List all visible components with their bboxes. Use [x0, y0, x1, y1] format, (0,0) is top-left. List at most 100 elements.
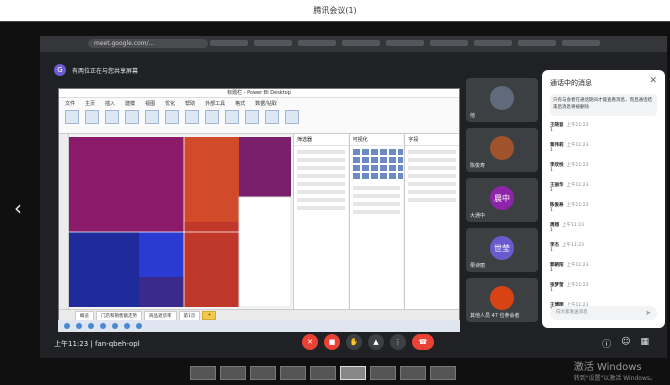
ribbon-button-icon[interactable] [65, 110, 79, 124]
participant-tile[interactable]: 陈俊寿 [466, 128, 538, 172]
field-item[interactable] [408, 190, 457, 194]
hand-icon[interactable]: ✋ [346, 334, 362, 350]
bookmark[interactable] [562, 40, 600, 46]
bookmark[interactable] [386, 40, 424, 46]
window-thumbnail[interactable] [340, 366, 366, 380]
ribbon-tab[interactable]: 文件 [65, 100, 75, 107]
visual-type-icon[interactable] [352, 149, 360, 155]
ribbon-button-icon[interactable] [225, 110, 239, 124]
visual-type-icon[interactable] [352, 165, 360, 171]
participant-tile[interactable]: 其他人员 47 位参会者 [466, 278, 538, 322]
visual-type-icon[interactable] [379, 165, 387, 171]
page-tab[interactable]: 第1页 [178, 310, 201, 321]
window-thumbnail[interactable] [220, 366, 246, 380]
visual-type-icon[interactable] [388, 157, 396, 163]
address-bar[interactable]: meet.google.com/... [88, 39, 208, 48]
ribbon-button-icon[interactable] [285, 110, 299, 124]
field-item[interactable] [408, 174, 457, 178]
ribbon-button-icon[interactable] [245, 110, 259, 124]
participant-tile[interactable]: 世莹 栗诗丽 [466, 228, 538, 272]
chevron-left-icon[interactable]: ‹ [14, 196, 22, 220]
visual-type-icon[interactable] [379, 173, 387, 179]
add-page-button[interactable]: + [202, 311, 217, 320]
page-tab[interactable]: 门店和销售额走势 [96, 310, 142, 321]
field-item[interactable] [408, 150, 457, 154]
field-item[interactable] [408, 198, 457, 202]
visual-type-icon[interactable] [388, 173, 396, 179]
window-thumbnail[interactable] [250, 366, 276, 380]
ribbon-button-icon[interactable] [145, 110, 159, 124]
page-tab[interactable]: 商品退货率 [144, 310, 177, 321]
visual-type-icon[interactable] [361, 157, 369, 163]
ribbon-tab[interactable]: 数据/钻取 [255, 100, 277, 107]
bookmark[interactable] [254, 40, 292, 46]
ribbon-button-icon[interactable] [165, 110, 179, 124]
window-thumbnail[interactable] [280, 366, 306, 380]
filter-item[interactable] [297, 182, 345, 186]
close-icon[interactable]: ✕ [649, 76, 657, 86]
visual-type-icon[interactable] [370, 165, 378, 171]
bookmark[interactable] [430, 40, 468, 46]
field-well[interactable] [352, 186, 401, 190]
page-tab[interactable]: 概览 [75, 310, 94, 321]
ribbon-button-icon[interactable] [205, 110, 219, 124]
bookmark[interactable] [474, 40, 512, 46]
present-icon[interactable]: ▲ [368, 334, 384, 350]
visual-type-icon[interactable] [388, 149, 396, 155]
filter-item[interactable] [297, 174, 345, 178]
treemap-visual[interactable] [69, 137, 291, 307]
filter-item[interactable] [297, 198, 345, 202]
window-thumbnail[interactable] [370, 366, 396, 380]
filter-item[interactable] [297, 150, 345, 154]
ribbon-tab[interactable]: 优化 [165, 100, 175, 107]
field-item[interactable] [408, 182, 457, 186]
visual-type-icon[interactable] [352, 173, 360, 179]
ribbon-tab[interactable]: 主页 [85, 100, 95, 107]
visual-type-icon[interactable] [370, 157, 378, 163]
visual-type-icon[interactable] [352, 157, 360, 163]
camera-off-icon[interactable]: ■ [324, 334, 340, 350]
visual-type-icon[interactable] [361, 149, 369, 155]
chat-input[interactable]: 向大家发送消息 ➤ [550, 306, 657, 320]
participant-tile[interactable]: 晨中 大通中 [466, 178, 538, 222]
window-thumbnail[interactable] [310, 366, 336, 380]
more-icon[interactable]: ⋮ [390, 334, 406, 350]
mic-off-icon[interactable]: ✕ [302, 334, 318, 350]
ribbon-button-icon[interactable] [125, 110, 139, 124]
ribbon-tab[interactable]: 外部工具 [205, 100, 225, 107]
ribbon-tab[interactable]: 建模 [125, 100, 135, 107]
window-thumbnail[interactable] [400, 366, 426, 380]
visual-type-icon[interactable] [379, 149, 387, 155]
people-icon[interactable]: ☺ [621, 337, 630, 350]
visual-type-icon[interactable] [397, 149, 404, 155]
field-well[interactable] [352, 202, 401, 206]
visual-type-icon[interactable] [397, 157, 404, 163]
ribbon-button-icon[interactable] [105, 110, 119, 124]
field-well[interactable] [352, 194, 401, 198]
ribbon-tab[interactable]: 插入 [105, 100, 115, 107]
bookmark[interactable] [342, 40, 380, 46]
visual-type-icon[interactable] [370, 173, 378, 179]
field-item[interactable] [408, 158, 457, 162]
ribbon-tab[interactable]: 视图 [145, 100, 155, 107]
field-item[interactable] [408, 166, 457, 170]
bookmark[interactable] [210, 40, 248, 46]
participant-tile[interactable]: 他 [466, 78, 538, 122]
window-thumbnail[interactable] [430, 366, 456, 380]
visual-type-icon[interactable] [361, 173, 369, 179]
ribbon-button-icon[interactable] [85, 110, 99, 124]
ribbon-tab[interactable]: 格式 [235, 100, 245, 107]
info-icon[interactable]: ⓘ [602, 337, 611, 350]
visual-type-icon[interactable] [397, 165, 404, 171]
window-thumbnail[interactable] [190, 366, 216, 380]
filter-item[interactable] [297, 190, 345, 194]
visual-type-icon[interactable] [397, 173, 404, 179]
visual-type-icon[interactable] [370, 149, 378, 155]
bookmark[interactable] [298, 40, 336, 46]
visual-type-icon[interactable] [388, 165, 396, 171]
activities-icon[interactable]: ▦ [640, 337, 649, 350]
visual-type-icon[interactable] [361, 165, 369, 171]
field-well[interactable] [352, 210, 401, 214]
ribbon-button-icon[interactable] [265, 110, 279, 124]
bookmark[interactable] [518, 40, 556, 46]
